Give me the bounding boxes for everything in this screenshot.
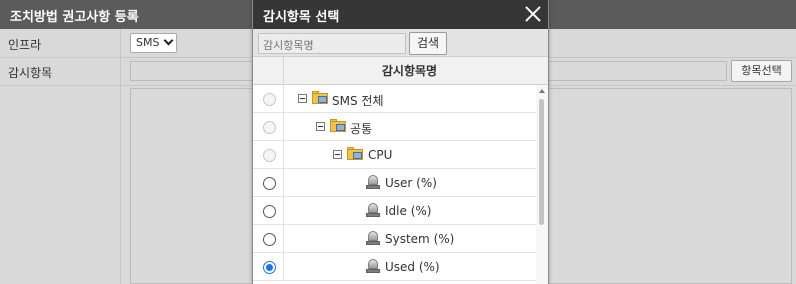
vertical-scrollbar[interactable] [536,85,548,284]
tree-grid: SMS 전체 공통 CPU User (%) Idle (%) System (… [253,85,548,284]
tree-node-label: Idle (%) [385,204,432,218]
tree-node-label: System (%) [385,232,455,246]
tree-node-label: CPU [368,148,393,162]
tree-node-label: User (%) [385,176,437,190]
select-cell [253,197,284,225]
tree-row[interactable]: SMS 전체 [253,85,548,113]
select-item-button[interactable]: 항목선택 [731,60,792,82]
row-radio[interactable] [263,233,276,246]
tree-node-label: SMS 전체 [332,94,384,108]
scroll-thumb[interactable] [539,99,544,225]
dialog-title-bar: 감시항목 선택 [253,0,548,29]
tree-row[interactable]: System (%) [253,225,548,253]
row-radio [263,149,276,162]
monitor-item-label: 감시항목 [8,66,53,80]
row-radio [263,93,276,106]
monitor-item-select-dialog: 감시항목 선택 검색 감시항목명 SMS 전체 공통 CPU [252,0,549,284]
infra-select-value: SMS [136,36,160,49]
infra-select[interactable]: SMS [130,33,177,53]
select-cell [253,85,284,113]
collapse-icon[interactable] [298,94,307,103]
search-bar: 검색 [253,29,548,57]
row-radio [263,121,276,134]
row-radio[interactable] [263,205,276,218]
collapse-icon[interactable] [333,150,342,159]
monitor-item-icon [366,175,380,189]
select-column-header [253,57,284,85]
tree-node-label: Used (%) [385,260,440,274]
monitor-item-icon [366,231,380,245]
dialog-title: 감시항목 선택 [263,10,340,25]
infra-label: 인프라 [8,38,42,52]
monitor-item-icon [366,203,380,217]
folder-icon [330,119,346,132]
grid-header: 감시항목명 [253,57,548,85]
folder-icon [312,91,328,104]
tree-row[interactable]: User (%) [253,169,548,197]
row-radio[interactable] [263,261,276,274]
folder-icon [347,147,363,160]
select-cell [253,225,284,253]
form-column-divider [120,29,121,284]
select-cell [253,253,284,281]
tree-node-label: 공통 [350,122,373,136]
chevron-down-icon [163,35,174,46]
collapse-icon[interactable] [316,122,325,131]
search-button[interactable]: 검색 [409,32,447,55]
scroll-up-arrow-icon[interactable] [539,89,545,93]
tree-row[interactable]: CPU [253,141,548,169]
search-input[interactable] [258,33,406,54]
row-radio[interactable] [263,177,276,190]
monitor-item-icon [366,259,380,273]
close-icon[interactable] [524,5,542,23]
column-header-name: 감시항목명 [381,64,438,78]
select-cell [253,141,284,169]
select-cell [253,113,284,141]
select-cell [253,169,284,197]
tree-row[interactable]: Idle (%) [253,197,548,225]
tree-row[interactable]: Used (%) [253,253,548,281]
tree-row[interactable]: 공통 [253,113,548,141]
